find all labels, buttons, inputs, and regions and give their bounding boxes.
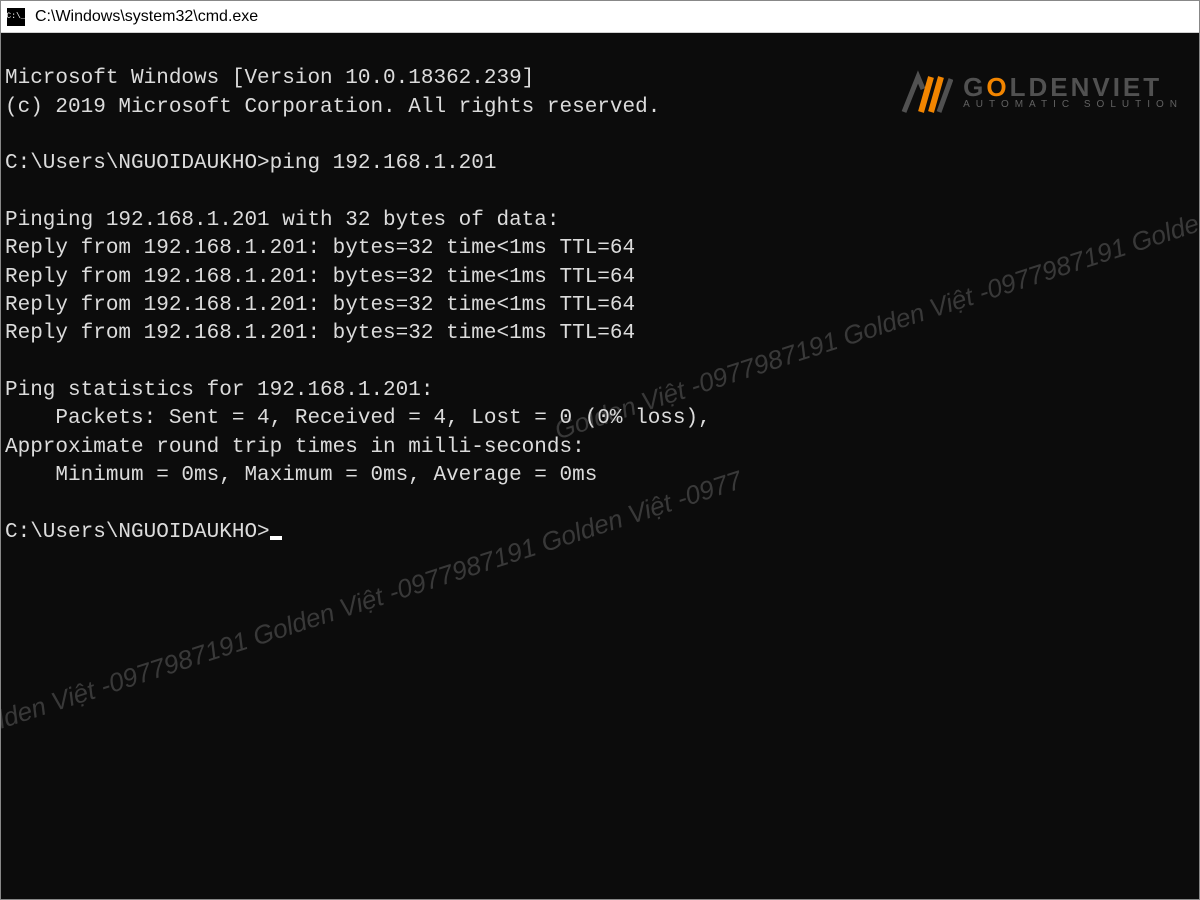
cmd-icon: [7, 8, 25, 26]
cmd-window: C:\Windows\system32\cmd.exe Microsoft Wi…: [0, 0, 1200, 900]
rtt-values: Minimum = 0ms, Maximum = 0ms, Average = …: [5, 464, 597, 487]
prompt-line: C:\Users\NGUOIDAUKHO>: [5, 521, 270, 544]
ping-header: Pinging 192.168.1.201 with 32 bytes of d…: [5, 209, 560, 232]
terminal-area[interactable]: Microsoft Windows [Version 10.0.18362.23…: [1, 33, 1199, 899]
ping-reply: Reply from 192.168.1.201: bytes=32 time<…: [5, 237, 635, 260]
stats-header: Ping statistics for 192.168.1.201:: [5, 379, 433, 402]
rtt-header: Approximate round trip times in milli-se…: [5, 436, 585, 459]
os-version-line: Microsoft Windows [Version 10.0.18362.23…: [5, 67, 534, 90]
copyright-line: (c) 2019 Microsoft Corporation. All righ…: [5, 96, 660, 119]
ping-reply: Reply from 192.168.1.201: bytes=32 time<…: [5, 266, 635, 289]
stats-packets: Packets: Sent = 4, Received = 4, Lost = …: [5, 407, 711, 430]
command-line: C:\Users\NGUOIDAUKHO>ping 192.168.1.201: [5, 152, 496, 175]
terminal-output: Microsoft Windows [Version 10.0.18362.23…: [5, 65, 1195, 547]
ping-reply: Reply from 192.168.1.201: bytes=32 time<…: [5, 322, 635, 345]
cursor: [270, 536, 282, 540]
window-title: C:\Windows\system32\cmd.exe: [35, 8, 258, 26]
titlebar[interactable]: C:\Windows\system32\cmd.exe: [1, 1, 1199, 33]
ping-reply: Reply from 192.168.1.201: bytes=32 time<…: [5, 294, 635, 317]
